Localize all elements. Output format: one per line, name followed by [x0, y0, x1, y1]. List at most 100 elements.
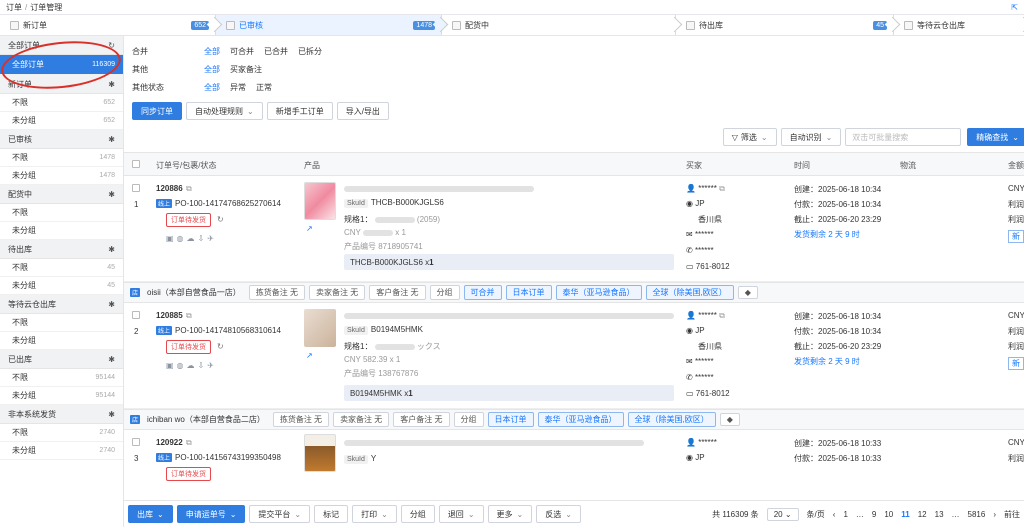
row-checkbox[interactable]: [132, 184, 140, 194]
invert-selection-button[interactable]: 反选 ⌄: [536, 505, 581, 523]
sidebar-group-pending-outbound[interactable]: 待出库 ✱: [0, 240, 123, 259]
sidebar-item[interactable]: 不限 2740: [0, 424, 123, 442]
sidebar-item-all-orders[interactable]: 全部订单 116309: [0, 55, 123, 75]
tag-icon[interactable]: ◆: [719, 413, 740, 426]
po-number[interactable]: PO-100-14174768625270614: [175, 199, 281, 208]
filter-option[interactable]: 可合并: [230, 46, 254, 57]
order-number[interactable]: 120886: [156, 184, 183, 193]
product-thumbnail[interactable]: [304, 309, 336, 347]
tag-chip[interactable]: 可合并: [463, 285, 502, 300]
gear-icon[interactable]: ✱: [108, 410, 115, 419]
sidebar-item[interactable]: 不限: [0, 314, 123, 332]
select-all-checkbox[interactable]: [132, 160, 140, 170]
sidebar-item[interactable]: 不限 45: [0, 259, 123, 277]
tag-chip[interactable]: 泰华（亚马逊食品）: [537, 412, 624, 427]
filter-button[interactable]: ▽ 筛选 ⌄: [722, 128, 777, 146]
expand-icon[interactable]: ⇱: [1011, 3, 1018, 12]
tag-icon[interactable]: ◆: [737, 286, 758, 299]
sidebar-item[interactable]: 不限: [0, 204, 123, 222]
step-cloud-warehouse[interactable]: 等待云仓出库: [894, 15, 1024, 35]
ship-button[interactable]: 出库 ⌄: [128, 505, 173, 523]
breadcrumb-root[interactable]: 订单: [6, 2, 22, 13]
copy-icon[interactable]: ⧉: [186, 184, 192, 194]
sidebar-item[interactable]: 不限 95144: [0, 369, 123, 387]
mark-button[interactable]: 标记: [314, 505, 349, 523]
filter-option[interactable]: 正常: [256, 82, 272, 93]
return-button[interactable]: 退回 ⌄: [438, 505, 484, 523]
auto-identify-select[interactable]: 自动识别 ⌄: [780, 128, 842, 146]
tag-chip[interactable]: 日本订单: [505, 285, 552, 300]
tag-chip[interactable]: 日本订单: [487, 412, 534, 427]
sidebar-item[interactable]: 未分组: [0, 222, 123, 240]
refresh-icon[interactable]: ↻: [108, 41, 115, 50]
submit-platform-button[interactable]: 提交平台 ⌄: [249, 505, 311, 523]
order-number[interactable]: 120922: [156, 438, 183, 447]
step-picking[interactable]: 配货中: [442, 15, 676, 35]
customer-note-chip[interactable]: 客户备注 无: [369, 285, 426, 300]
copy-icon[interactable]: ⧉: [719, 311, 725, 320]
step-new-orders[interactable]: 新订单 652: [0, 15, 216, 35]
po-number[interactable]: PO-100-14174810568310614: [175, 326, 281, 335]
page-number[interactable]: 13: [935, 510, 944, 519]
amount-new-button[interactable]: 新: [1008, 357, 1024, 370]
gear-icon[interactable]: ✱: [108, 300, 115, 309]
apply-tracking-button[interactable]: 申请运单号 ⌄: [176, 505, 246, 523]
tag-chip[interactable]: 泰华（亚马逊食品）: [555, 285, 642, 300]
prev-page-icon[interactable]: ‹: [833, 510, 836, 519]
import-export-button[interactable]: 导入/导出: [336, 102, 389, 120]
sidebar-group-picking[interactable]: 配货中 ✱: [0, 185, 123, 204]
copy-icon[interactable]: ⧉: [186, 438, 192, 448]
search-input[interactable]: 双击可批量搜索: [845, 128, 962, 146]
refresh-icon[interactable]: ↻: [217, 342, 224, 351]
sidebar-item[interactable]: 未分组: [0, 332, 123, 350]
step-approved[interactable]: 已审核 1478: [216, 15, 442, 35]
sidebar-group-external[interactable]: 非本系统发货 ✱: [0, 405, 123, 424]
copy-icon[interactable]: ⧉: [186, 311, 192, 321]
gear-icon[interactable]: ✱: [108, 355, 115, 364]
sidebar-group-approved[interactable]: 已审核 ✱: [0, 130, 123, 149]
po-number[interactable]: PO-100-14156743199350498: [175, 453, 281, 462]
page-number-current[interactable]: 11: [901, 510, 909, 519]
sidebar-group-cloud-warehouse[interactable]: 等待云仓出库 ✱: [0, 295, 123, 314]
filter-option[interactable]: 全部: [204, 64, 220, 75]
page-number[interactable]: 10: [884, 510, 893, 519]
copy-icon[interactable]: ⧉: [719, 184, 725, 193]
amount-new-button[interactable]: 新: [1008, 230, 1024, 243]
sidebar-item[interactable]: 未分组 95144: [0, 387, 123, 405]
page-number[interactable]: 5816: [968, 510, 986, 519]
filter-option[interactable]: 已拆分: [298, 46, 322, 57]
pick-note-chip[interactable]: 拣货备注 无: [248, 285, 306, 300]
page-number[interactable]: 12: [918, 510, 927, 519]
page-ellipsis[interactable]: …: [952, 510, 960, 519]
filter-option[interactable]: 买家备注: [230, 64, 262, 75]
sidebar-item[interactable]: 未分组 45: [0, 277, 123, 295]
pick-note-chip[interactable]: 拣货备注 无: [272, 412, 330, 427]
refresh-icon[interactable]: ↻: [217, 215, 224, 224]
sidebar-group-all[interactable]: 全部订单 ↻: [0, 36, 123, 55]
order-action-icons[interactable]: ▣◍☁⇩✈: [166, 361, 217, 370]
more-button[interactable]: 更多 ⌄: [487, 505, 533, 523]
tag-chip[interactable]: 全球（除美国,欧区）: [645, 285, 734, 300]
next-page-icon[interactable]: ›: [993, 510, 996, 519]
filter-option[interactable]: 全部: [204, 46, 220, 57]
order-action-icons[interactable]: ▣◍☁⇩✈: [166, 234, 217, 243]
customer-note-chip[interactable]: 客户备注 无: [393, 412, 450, 427]
gear-icon[interactable]: ✱: [108, 80, 115, 89]
gear-icon[interactable]: ✱: [108, 135, 115, 144]
sidebar-item[interactable]: 不限 1478: [0, 149, 123, 167]
product-thumbnail[interactable]: [304, 182, 336, 220]
row-checkbox[interactable]: [132, 311, 140, 321]
filter-option[interactable]: 全部: [204, 82, 220, 93]
add-manual-order-button[interactable]: 新增手工订单: [266, 102, 333, 120]
page-number[interactable]: 1: [843, 510, 847, 519]
filter-option[interactable]: 异常: [230, 82, 246, 93]
gear-icon[interactable]: ✱: [108, 190, 115, 199]
precise-search-button[interactable]: 精确查找 ⌄: [967, 128, 1024, 146]
sidebar-group-shipped[interactable]: 已出库 ✱: [0, 350, 123, 369]
seller-note-chip[interactable]: 卖家备注 无: [309, 285, 366, 300]
group-button[interactable]: 分组: [400, 505, 435, 523]
seller-note-chip[interactable]: 卖家备注 无: [333, 412, 390, 427]
step-pending-outbound[interactable]: 待出库 45: [676, 15, 894, 35]
sidebar-item[interactable]: 未分组 652: [0, 112, 123, 130]
row-checkbox[interactable]: [132, 438, 140, 448]
